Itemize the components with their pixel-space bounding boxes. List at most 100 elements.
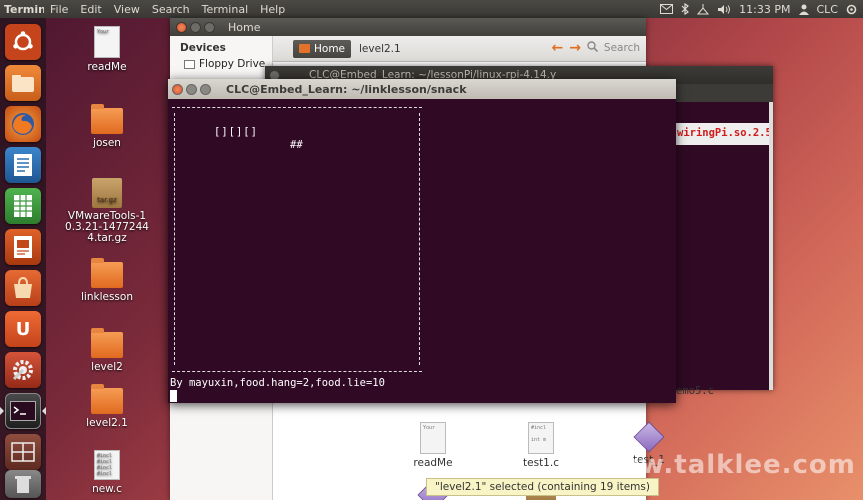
file-preview-line: #incl	[97, 471, 113, 477]
system-settings-icon[interactable]	[5, 352, 41, 388]
terminal-front-titlebar[interactable]: CLC@Embed_Learn: ~/linklesson/snack	[168, 79, 676, 99]
game-board-top-border	[172, 107, 422, 108]
files-status-bar: "level2.1" selected (containing 19 items…	[426, 478, 659, 496]
file-preview-line: int m	[531, 437, 547, 443]
terminal-window-front: CLC@Embed_Learn: ~/linklesson/snack [][]…	[168, 79, 676, 403]
clock[interactable]: 11:33 PM	[739, 3, 790, 16]
back-arrow-icon[interactable]: ←	[551, 40, 563, 56]
bluetooth-icon[interactable]	[681, 3, 690, 15]
forward-arrow-icon[interactable]: →	[569, 40, 581, 56]
user-icon[interactable]	[798, 4, 809, 15]
files-icon[interactable]	[5, 65, 41, 101]
archive-icon: tar.gz	[92, 178, 122, 208]
search-label[interactable]: Search	[604, 42, 640, 54]
sidebar-item-floppy-drive[interactable]: Floppy Drive	[170, 54, 272, 70]
c-source-file-icon: #incl #incl #incl #incl	[94, 450, 120, 480]
top-panel: Terminal File Edit View Search Terminal …	[0, 0, 863, 18]
user-name[interactable]: CLC	[817, 3, 839, 16]
text-file-icon: Your	[420, 422, 446, 454]
game-status-line: By mayuxin,food.hang=2,food.lie=10	[170, 377, 385, 389]
game-board-bottom-border	[172, 371, 422, 372]
file-item-readme[interactable]: Your readMe	[393, 422, 473, 469]
file-item-label: test1.c	[523, 457, 559, 469]
panel-indicators: 11:33 PM CLC	[660, 0, 857, 18]
mail-icon[interactable]	[660, 4, 674, 14]
executable-icon	[633, 421, 665, 453]
impress-icon[interactable]	[5, 229, 41, 265]
files-toolbar: Home level2.1 ← → Search	[273, 36, 646, 62]
menu-search[interactable]: Search	[146, 3, 196, 16]
desktop-icon-linklesson[interactable]: linklesson	[64, 258, 150, 303]
desktop-icon-readme[interactable]: Your readMe	[64, 26, 150, 73]
game-board-left-border	[174, 113, 175, 365]
desktop-icon-josen[interactable]: josen	[64, 104, 150, 149]
sidebar-item-label: Floppy Drive	[199, 58, 266, 70]
search-icon[interactable]	[587, 41, 598, 55]
active-app-left-arrow-icon	[0, 407, 4, 415]
desktop-icon-label: VMwareTools-10.3.21-14772444.tar.gz	[65, 210, 149, 244]
file-preview-line: Your	[97, 29, 110, 35]
terminal-back-bottom-text: emo5.c	[676, 385, 714, 397]
desktop-icon-level2[interactable]: level2	[64, 328, 150, 373]
watermark: www.talklee.com	[590, 450, 856, 480]
folder-icon	[91, 104, 123, 134]
desktop-icon-vmwaretools[interactable]: tar.gz VMwareTools-10.3.21-14772444.tar.…	[64, 178, 150, 244]
breadcrumb-current[interactable]: level2.1	[359, 43, 401, 55]
desktop-icon-label: linklesson	[81, 291, 133, 303]
minimize-icon[interactable]	[190, 21, 201, 33]
active-app-name: Terminal	[4, 2, 44, 16]
text-file-icon: Your	[94, 26, 120, 58]
folder-icon	[91, 328, 123, 358]
file-item-label: readMe	[413, 457, 453, 469]
minimize-icon[interactable]	[186, 83, 197, 95]
menu-view[interactable]: View	[108, 3, 146, 16]
network-icon[interactable]	[697, 3, 710, 15]
calc-icon[interactable]	[5, 188, 41, 224]
terminal-cursor	[170, 390, 177, 402]
trash-icon[interactable]	[5, 470, 41, 498]
snake-food: ##	[290, 139, 303, 151]
maximize-icon[interactable]	[204, 21, 215, 33]
game-board-right-border	[419, 113, 420, 365]
desktop-icon-label: level2	[91, 361, 123, 373]
folder-icon	[91, 258, 123, 288]
software-center-icon[interactable]	[5, 270, 41, 306]
snake-body: [][][]	[214, 126, 258, 138]
writer-icon[interactable]	[5, 147, 41, 183]
file-preview-line: Your	[423, 425, 436, 431]
desktop-icon-label: new.c	[92, 483, 122, 495]
sidebar-heading-devices: Devices	[180, 42, 226, 54]
terminal-front-body[interactable]: [][][] ## By mayuxin,food.hang=2,food.li…	[168, 99, 676, 403]
files-titlebar[interactable]: Home	[170, 18, 646, 36]
menu-file[interactable]: File	[44, 3, 74, 16]
menu-terminal[interactable]: Terminal	[196, 3, 255, 16]
terminal-front-title: CLC@Embed_Learn: ~/linklesson/snack	[226, 82, 467, 96]
toolbar-right: ← → Search	[551, 40, 640, 56]
desktop-icon-new-c[interactable]: #incl #incl #incl #incl new.c	[64, 450, 150, 495]
volume-icon[interactable]	[717, 4, 731, 15]
terminal-back-scrollbar[interactable]	[769, 102, 773, 390]
power-gear-icon[interactable]	[846, 4, 857, 15]
close-icon[interactable]	[176, 21, 187, 33]
desktop-icon-label: level2.1	[86, 417, 128, 429]
menu-edit[interactable]: Edit	[74, 3, 107, 16]
maximize-icon[interactable]	[200, 83, 211, 95]
menu-help[interactable]: Help	[254, 3, 291, 16]
folder-icon	[91, 384, 123, 414]
firefox-icon[interactable]	[5, 106, 41, 142]
launcher: U	[0, 18, 46, 500]
file-item-test1-c[interactable]: #incl int m test1.c	[501, 422, 581, 469]
desktop-icon-label: josen	[93, 137, 121, 149]
active-app-right-arrow-icon	[42, 407, 46, 415]
breadcrumb-home-label: Home	[314, 42, 346, 55]
desktop-icon-label: readMe	[87, 61, 127, 73]
terminal-back-highlight-text: wiringPi.so.2.5	[673, 123, 773, 145]
desktop-icon-level2-1[interactable]: level2.1	[64, 384, 150, 429]
workspaces-icon[interactable]	[5, 434, 41, 470]
close-icon[interactable]	[172, 83, 183, 95]
terminal-icon[interactable]	[5, 393, 41, 429]
ubuntu-one-icon[interactable]: U	[5, 311, 41, 347]
dash-home-icon[interactable]	[5, 24, 41, 60]
breadcrumb-home-button[interactable]: Home	[293, 39, 352, 58]
archive-badge: tar.gz	[97, 196, 117, 204]
